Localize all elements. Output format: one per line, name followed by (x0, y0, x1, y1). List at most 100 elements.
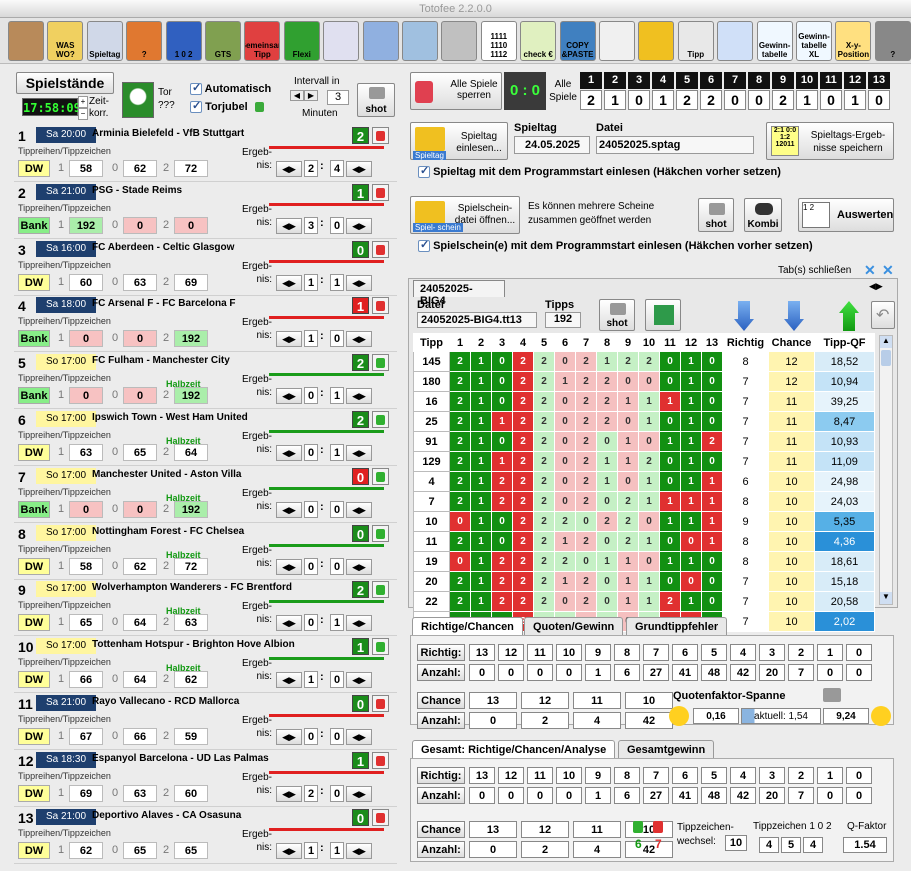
toolbar-button-binary-icon[interactable]: 1111 1110 1112 (480, 21, 517, 61)
score-away-spinner[interactable]: ◀▶ (346, 729, 372, 745)
toolbar-button-win-table-xl-icon[interactable]: Gewinn- tabelle XL (796, 21, 832, 61)
score-away[interactable]: 1 (330, 273, 344, 291)
tab-24052025-big4[interactable]: 24052025-BIG4 (413, 280, 505, 307)
score-home[interactable]: 1 (304, 273, 318, 291)
sort-up-icon[interactable] (839, 301, 859, 331)
toolbar-button-flexi-icon[interactable]: Flexi (283, 21, 320, 61)
undo-icon[interactable]: ↶ (871, 301, 895, 329)
score-away[interactable]: 0 (330, 500, 344, 518)
score-away[interactable]: 0 (330, 784, 344, 802)
score-home[interactable]: 0 (304, 728, 318, 745)
toolbar-button-signpost-icon[interactable]: WAS WO? (47, 21, 84, 61)
score-home[interactable]: 0 (304, 387, 318, 405)
score-away-spinner[interactable]: ◀▶ (346, 388, 372, 405)
grid-header-cell[interactable]: 6 (554, 333, 576, 352)
toolbar-button-xy-position-icon[interactable]: X-y- Position (835, 21, 872, 61)
automatisch-checkbox[interactable]: Automatisch (190, 81, 271, 96)
score-away-spinner[interactable]: ◀▶ (346, 501, 372, 518)
score-home[interactable]: 2 (304, 784, 318, 802)
tipp-id[interactable]: 25 (413, 411, 450, 432)
score-home[interactable]: 1 (304, 671, 318, 689)
toolbar-button-win-table-icon[interactable]: Gewinn- tabelle (756, 21, 793, 61)
score-away-spinner[interactable]: ◀▶ (346, 445, 372, 461)
sort-down-icon-2[interactable] (784, 301, 804, 331)
toolbar-button-group-tip-icon[interactable]: Gemeinsam Tipp (244, 21, 281, 61)
grid-header-cell[interactable]: Richtig (722, 333, 769, 352)
subtab-richtige-chancen[interactable]: Richtige/Chancen (412, 617, 523, 635)
tipp-id[interactable]: 16 (413, 391, 450, 412)
tipp-id[interactable]: 129 (413, 451, 450, 472)
spielschein-autoload-checkbox[interactable]: Spielschein(e) mit dem Programmstart ein… (418, 238, 813, 253)
tipp-id[interactable]: 19 (413, 551, 450, 572)
grid-header-cell[interactable]: 12 (680, 333, 702, 352)
tipp-id[interactable]: 4 (413, 471, 450, 492)
spieltag-einlesen-button[interactable]: Spieltag Spieltag einlesen... (410, 122, 508, 160)
score-home-spinner[interactable]: ◀▶ (276, 217, 302, 234)
shot-button[interactable]: shot (357, 83, 395, 117)
lock-toggle[interactable] (372, 581, 389, 599)
tipp-id[interactable]: 7 (413, 491, 450, 512)
score-away[interactable]: 1 (330, 841, 344, 859)
toolbar-button-calculator-icon[interactable] (717, 21, 754, 61)
export-excel-button[interactable] (645, 299, 681, 331)
toolbar-button-numbers-green-icon[interactable] (323, 21, 360, 61)
soccer-ball-icon[interactable] (122, 82, 154, 118)
tab-scroll-arrows[interactable]: ◀▶ (869, 281, 883, 292)
lock-toggle[interactable] (372, 127, 389, 144)
grid-header-cell[interactable]: Tipp-QF (814, 333, 875, 352)
intervall-spinner[interactable]: ◀ ▶ (290, 90, 320, 104)
intervall-input[interactable]: 3 (327, 90, 349, 105)
grid-header-cell[interactable]: 5 (533, 333, 555, 352)
score-home-spinner[interactable]: ◀▶ (276, 615, 302, 632)
score-home-spinner[interactable]: ◀▶ (276, 501, 302, 518)
score-home-spinner[interactable]: ◀▶ (276, 558, 302, 575)
score-away-spinner[interactable]: ◀▶ (346, 785, 372, 802)
score-home-spinner[interactable]: ◀▶ (276, 842, 302, 859)
tipp-id[interactable]: 22 (413, 591, 450, 612)
tipp-id[interactable]: 11 (413, 531, 450, 552)
score-home[interactable]: 0 (304, 500, 318, 518)
toolbar-button-add-funnel-icon[interactable] (402, 21, 438, 61)
score-home[interactable]: 1 (304, 841, 318, 859)
score-away[interactable]: 0 (330, 557, 344, 575)
toolbar-button-funnel-icon[interactable] (362, 21, 399, 61)
score-away-spinner[interactable]: ◀▶ (346, 842, 372, 859)
score-away-spinner[interactable]: ◀▶ (346, 217, 372, 234)
lock-toggle[interactable] (372, 467, 389, 485)
tipp-id[interactable]: 20 (413, 571, 450, 592)
toolbar-button-camera-tipp-icon[interactable]: Tipp (677, 21, 714, 61)
toolbar-button-copy-paste-icon[interactable]: COPY &PASTE (559, 21, 596, 61)
close-tab-icon[interactable]: ✕ (864, 262, 876, 279)
score-away[interactable]: 0 (330, 330, 344, 348)
lock-toggle[interactable] (372, 183, 389, 201)
score-away[interactable]: 4 (330, 160, 344, 177)
grid-header-cell[interactable]: 1 (449, 333, 471, 352)
tipp-id[interactable]: 91 (413, 431, 450, 452)
score-home[interactable]: 1 (304, 330, 318, 348)
toolbar-button-folder-icon[interactable]: Spieltag (86, 21, 123, 61)
lock-toggle[interactable] (372, 751, 389, 769)
kombi-button[interactable]: Kombi (744, 198, 782, 232)
score-away-spinner[interactable]: ◀▶ (346, 672, 372, 689)
gtab-gesamtgewinn[interactable]: Gesamtgewinn (618, 740, 715, 758)
spieltag-autoload-checkbox[interactable]: Spieltag mit dem Programmstart einlesen … (418, 164, 781, 179)
lock-toggle[interactable] (372, 240, 389, 258)
grid-header-cell[interactable]: 8 (596, 333, 618, 352)
lock-toggle[interactable] (372, 411, 389, 428)
score-home-spinner[interactable]: ◀▶ (276, 729, 302, 745)
toolbar-button-door-icon[interactable] (8, 21, 44, 61)
grid-header-cell[interactable]: Tipp (413, 333, 450, 352)
lock-toggle[interactable] (372, 808, 389, 826)
score-away-spinner[interactable]: ◀▶ (346, 615, 372, 632)
zeitkorr-stepper[interactable]: + − (78, 96, 88, 120)
subtab-grundtippfehler[interactable]: Grundtippfehler (626, 617, 728, 635)
score-home[interactable]: 0 (304, 444, 318, 461)
score-home-spinner[interactable]: ◀▶ (276, 785, 302, 802)
toolbar-button-bar-chart-icon[interactable] (638, 21, 675, 61)
lock-toggle[interactable] (372, 354, 389, 372)
score-home-spinner[interactable]: ◀▶ (276, 274, 302, 291)
score-away[interactable]: 0 (330, 671, 344, 689)
grid-header-cell[interactable]: 7 (575, 333, 597, 352)
score-away-spinner[interactable]: ◀▶ (346, 161, 372, 177)
score-home[interactable]: 2 (304, 160, 318, 177)
